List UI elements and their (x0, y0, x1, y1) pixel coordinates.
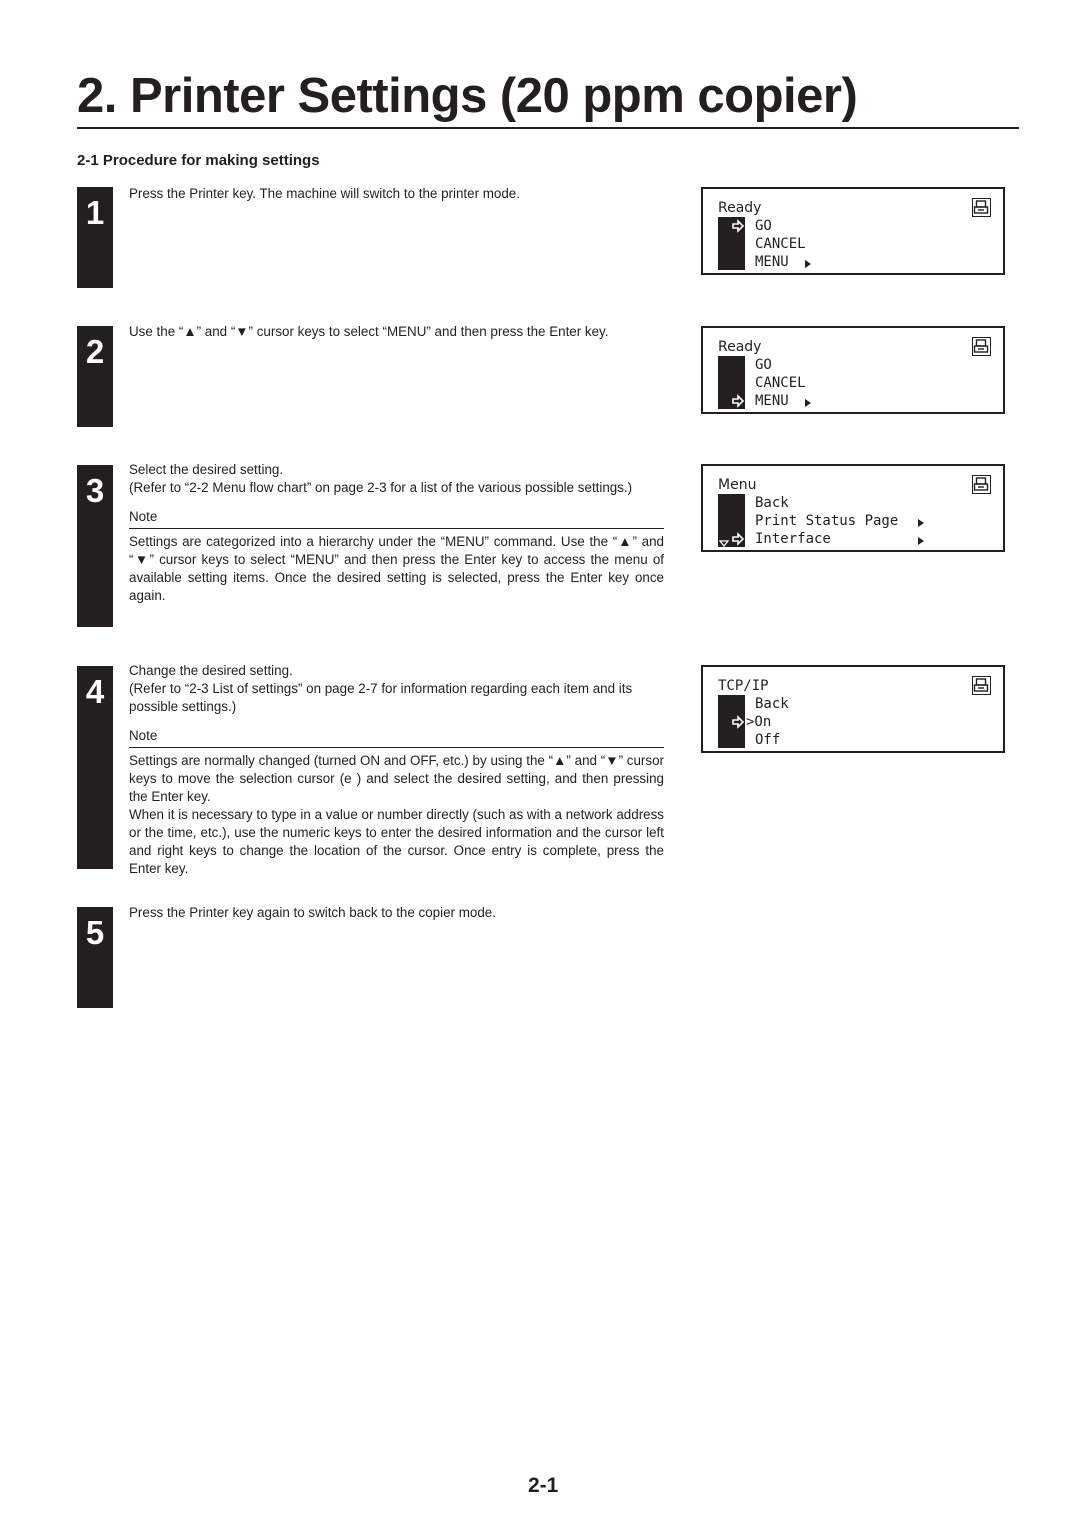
submenu-arrow-icon (918, 537, 924, 545)
lcd-title: TCP/IP (718, 678, 769, 694)
submenu-arrow-icon (918, 519, 924, 527)
lcd-line: Back (755, 495, 789, 511)
lcd-display-3: Menu Back Print Status Page Interface (701, 464, 1005, 552)
lcd-title: Menu (718, 477, 757, 493)
lcd-line: Off (755, 732, 781, 748)
title-divider (77, 127, 1019, 129)
lcd-line: Interface (755, 531, 831, 547)
step-number: 1 (85, 194, 105, 231)
step-number: 5 (85, 914, 105, 951)
lcd-display-1: Ready GO CANCEL MENU (701, 187, 1005, 275)
note-label: Note (129, 508, 664, 529)
lcd-line: Print Status Page (755, 513, 899, 529)
section-heading: 2-1 Procedure for making settings (77, 152, 320, 169)
lcd-line: CANCEL (755, 236, 806, 252)
lcd-title: Ready (718, 200, 762, 216)
selection-arrow-icon (731, 219, 745, 233)
note-body: Settings are normally changed (turned ON… (129, 753, 664, 804)
step-number: 4 (85, 673, 105, 710)
note-body: When it is necessary to type in a value … (129, 807, 664, 876)
printer-icon (972, 198, 991, 217)
lcd-display-4: TCP/IP Back >On Off (701, 665, 1005, 753)
lcd-line: MENU (755, 393, 789, 409)
submenu-arrow-icon (805, 399, 811, 407)
step-instruction: Press the Printer key. The machine will … (129, 186, 520, 201)
step-reference: (Refer to “2-2 Menu flow chart” on page … (129, 480, 633, 495)
lcd-line: >On (746, 714, 772, 730)
selection-arrow-icon (731, 715, 745, 729)
step-instruction: Press the Printer key again to switch ba… (129, 905, 496, 920)
printer-icon (972, 676, 991, 695)
page-title: 2. Printer Settings (20 ppm copier) (77, 69, 858, 123)
step-instruction: Select the desired setting. (129, 462, 284, 477)
selection-arrow-icon (731, 394, 745, 408)
note-label: Note (129, 727, 664, 748)
printer-icon (972, 337, 991, 356)
page-number: 2-1 (528, 1474, 559, 1497)
lcd-line: GO (755, 357, 772, 373)
submenu-arrow-icon (805, 260, 811, 268)
step-number: 3 (85, 472, 105, 509)
lcd-display-2: Ready GO CANCEL MENU (701, 326, 1005, 414)
selection-arrow-icon (731, 532, 745, 546)
lcd-line: MENU (755, 254, 789, 270)
printer-icon (972, 475, 991, 494)
step-instruction: Use the “▲” and “▼” cursor keys to selec… (129, 324, 609, 339)
lcd-line: GO (755, 218, 772, 234)
step-number: 2 (85, 333, 105, 370)
step-instruction: Change the desired setting. (129, 663, 293, 678)
scroll-down-icon (719, 540, 729, 547)
lcd-title: Ready (718, 339, 762, 355)
lcd-line: Back (755, 696, 789, 712)
step-reference: (Refer to “2-3 List of settings” on page… (129, 681, 633, 714)
note-body: Settings are categorized into a hierarch… (129, 534, 664, 603)
lcd-line: CANCEL (755, 375, 806, 391)
